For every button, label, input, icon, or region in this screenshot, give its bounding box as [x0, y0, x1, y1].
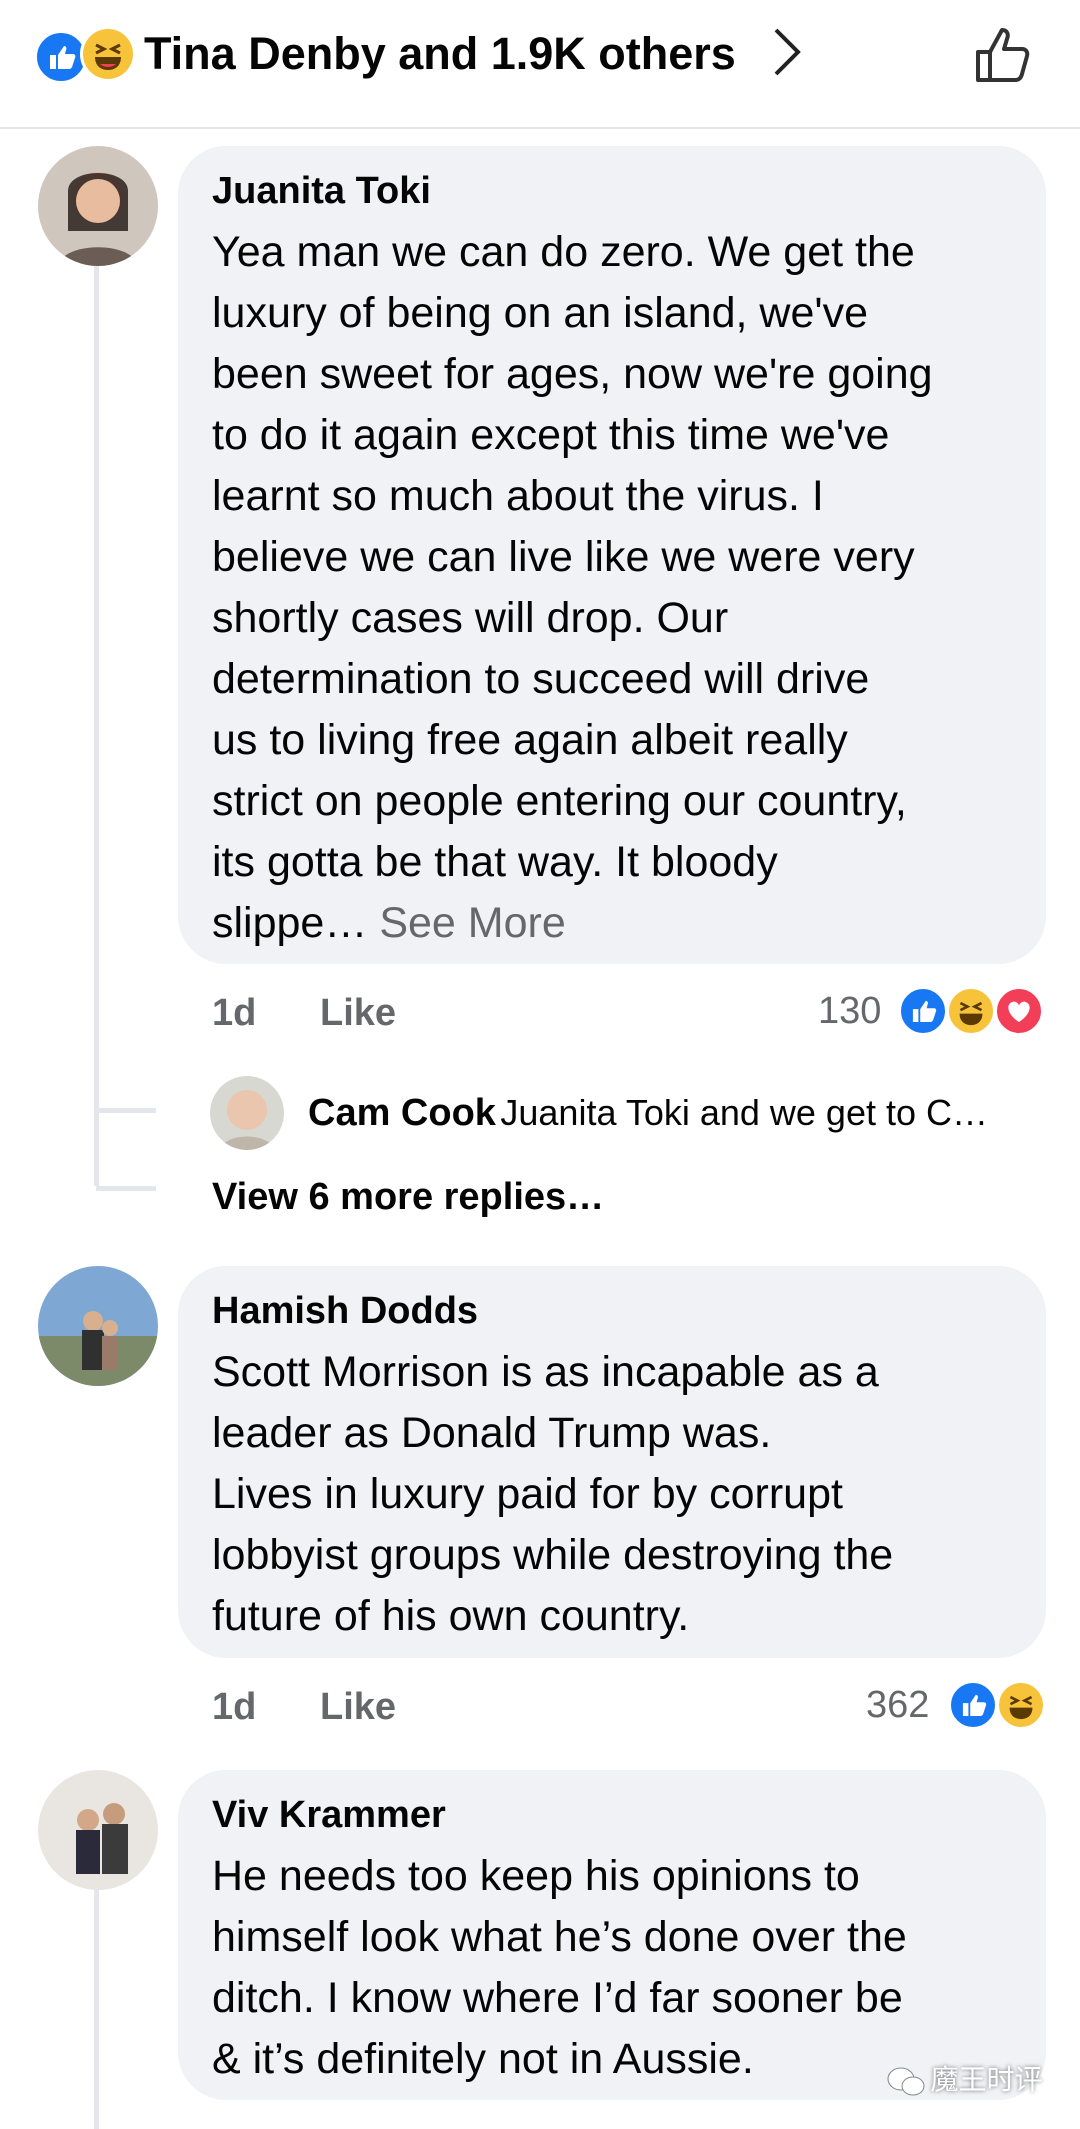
comment-text: Scott Morrison is as incapable as a lead…	[212, 1348, 894, 1640]
reply-text: Juanita Toki and we get to C…	[500, 1092, 988, 1133]
view-more-replies[interactable]: View 6 more replies…	[212, 1176, 604, 1219]
comment-time[interactable]: 1d	[212, 992, 256, 1035]
wechat-icon	[886, 2066, 926, 2103]
comment-author[interactable]: Juanita Toki	[212, 170, 431, 213]
reactions-header[interactable]: Tina Denby and 1.9K others	[0, 0, 1080, 129]
haha-icon	[946, 986, 996, 1036]
chevron-right-icon[interactable]	[768, 22, 808, 95]
reply-author[interactable]: Cam Cook	[308, 1092, 496, 1134]
comment-time[interactable]: 1d	[212, 1686, 256, 1729]
reaction-count[interactable]: 130	[818, 990, 881, 1033]
like-link[interactable]: Like	[320, 992, 396, 1035]
like-icon	[898, 986, 948, 1036]
watermark-text: 魔王时评	[930, 2064, 1043, 2095]
haha-icon	[80, 26, 136, 82]
avatar[interactable]	[38, 146, 158, 266]
thread-branch	[96, 1108, 156, 1113]
haha-icon	[996, 1680, 1046, 1730]
thread-line	[94, 1890, 99, 2129]
thread-branch	[96, 1186, 156, 1191]
avatar[interactable]	[38, 1770, 158, 1890]
comment-bubble: Viv Krammer He needs too keep his opinio…	[178, 1770, 1046, 2100]
watermark: 魔王时评	[886, 2058, 1042, 2103]
see-more-link[interactable]: See More	[379, 899, 565, 947]
comment-author[interactable]: Viv Krammer	[212, 1794, 446, 1837]
like-link[interactable]: Like	[320, 1686, 396, 1729]
comment-bubble: Juanita Toki Yea man we can do zero. We …	[178, 146, 1046, 964]
thread-line	[94, 266, 99, 1186]
comment-bubble: Hamish Dodds Scott Morrison is as incapa…	[178, 1266, 1046, 1658]
like-button[interactable]	[970, 22, 1036, 88]
like-icon	[948, 1680, 998, 1730]
reaction-count[interactable]: 362	[866, 1684, 929, 1727]
avatar[interactable]	[210, 1076, 284, 1150]
comment-author[interactable]: Hamish Dodds	[212, 1290, 478, 1333]
love-icon	[994, 986, 1044, 1036]
comment-text: He needs too keep his opinions to himsel…	[212, 1852, 907, 2083]
avatar[interactable]	[38, 1266, 158, 1386]
comment-text: Yea man we can do zero. We get the luxur…	[212, 228, 933, 947]
reactions-summary[interactable]: Tina Denby and 1.9K others	[144, 28, 736, 80]
reply-preview[interactable]: Cam Cook Juanita Toki and we get to C…	[308, 1092, 988, 1135]
